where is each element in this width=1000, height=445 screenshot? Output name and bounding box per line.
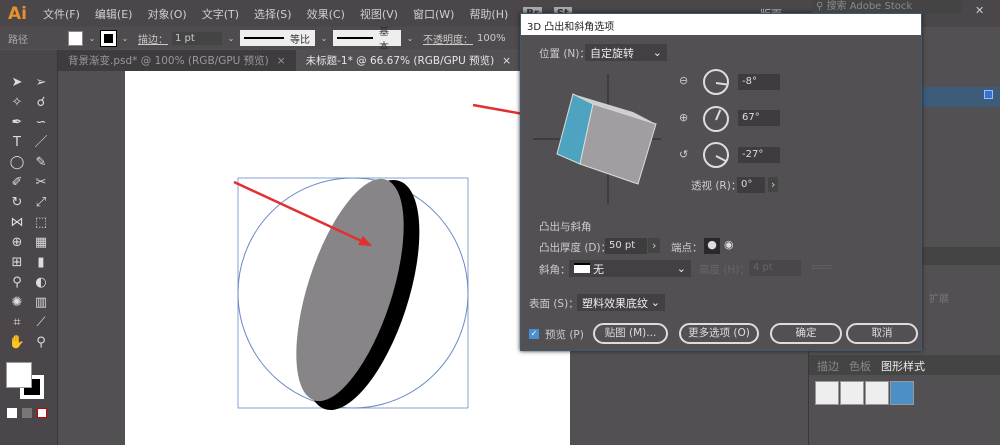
cap-off-icon[interactable]: ◉ [724, 238, 734, 251]
x-rotation-dial[interactable] [703, 69, 729, 95]
map-art-button[interactable]: 贴图 (M)... [593, 323, 668, 344]
surface-select[interactable]: 塑料效果底纹 ⌄ [577, 294, 665, 311]
position-value: 自定旋转 [590, 46, 634, 60]
surface-value: 塑料效果底纹 [582, 296, 648, 310]
perspective-label: 透视 (R)： [691, 180, 742, 192]
height-label: 高度 (H)： [699, 264, 750, 276]
tab-stroke[interactable]: 描边 [817, 358, 839, 373]
depth-label: 凸出厚度 (D)： [539, 242, 612, 254]
section-extrude-bevel: 凸出与斜角 [539, 221, 592, 233]
depth-input[interactable]: 50 pt [605, 238, 647, 254]
graphic-style-none[interactable] [865, 381, 889, 405]
expand-button[interactable]: 扩展 [929, 290, 949, 305]
graphic-styles-list [815, 381, 915, 408]
ok-button[interactable]: 确定 [770, 323, 842, 344]
tab-graphic-styles[interactable]: 图形样式 [881, 358, 925, 373]
search-placeholder: 搜索 Adobe Stock [826, 1, 913, 12]
perspective-slider-button[interactable]: › [768, 177, 779, 192]
cancel-button[interactable]: 取消 [846, 323, 918, 344]
position-label: 位置 (N)： [539, 48, 590, 60]
surface-label: 表面 (S)： [529, 298, 579, 310]
graphic-style-default[interactable] [815, 381, 839, 405]
perspective-input[interactable]: 0° [737, 177, 765, 193]
dialog-title: 3D 凸出和斜角选项 [521, 14, 921, 35]
bevel-label: 斜角： [539, 264, 571, 276]
tab-swatches[interactable]: 色板 [849, 358, 871, 373]
more-options-button[interactable]: 更多选项 (O) [679, 323, 759, 344]
z-axis-rotation-icon: ↺ [679, 148, 689, 161]
x-axis-rotation-icon: ⊖ [679, 74, 689, 87]
chevron-down-icon: ⌄ [650, 296, 660, 309]
bevel-preview-icon [574, 262, 590, 273]
extruded-disc[interactable] [274, 167, 443, 424]
stock-search-input[interactable]: ⚲ 搜索 Adobe Stock [812, 0, 962, 13]
position-select[interactable]: 自定旋转 ⌄ [585, 44, 667, 61]
bevel-value: 无 [593, 262, 604, 276]
graphic-style-pattern[interactable] [890, 381, 914, 405]
y-axis-rotation-icon: ⊕ [679, 111, 689, 124]
rotation-cube-track[interactable] [533, 64, 661, 204]
graphic-style-shadow[interactable] [840, 381, 864, 405]
bevel-select[interactable]: 无 ⌄ [569, 260, 691, 277]
z-rotation-input[interactable]: -27° [738, 147, 780, 163]
z-rotation-dial[interactable] [703, 142, 729, 168]
panel-tabs: 描边 色板 图形样式 [809, 355, 1000, 375]
chevron-down-icon: ⌄ [652, 46, 662, 59]
preview-label[interactable]: 预览 (P) [545, 327, 584, 342]
bevel-extent-icons: ▭▭ [811, 260, 832, 273]
chevron-down-icon: ⌄ [676, 262, 686, 275]
y-rotation-dial[interactable] [703, 106, 729, 132]
height-input: 4 pt [749, 260, 801, 276]
3d-extrude-bevel-dialog: 3D 凸出和斜角选项 位置 (N)： 自定旋转 ⌄ ⊖ -8° ⊕ 67° ↺ -… [520, 13, 922, 351]
y-rotation-input[interactable]: 67° [738, 110, 780, 126]
cap-label: 端点： [671, 242, 703, 254]
preview-checkbox[interactable]: ✓ [529, 329, 539, 339]
x-rotation-input[interactable]: -8° [738, 74, 780, 90]
selection-indicator-icon[interactable] [984, 90, 993, 99]
depth-slider-button[interactable]: › [648, 238, 661, 253]
cap-on-icon[interactable]: ● [704, 238, 720, 254]
